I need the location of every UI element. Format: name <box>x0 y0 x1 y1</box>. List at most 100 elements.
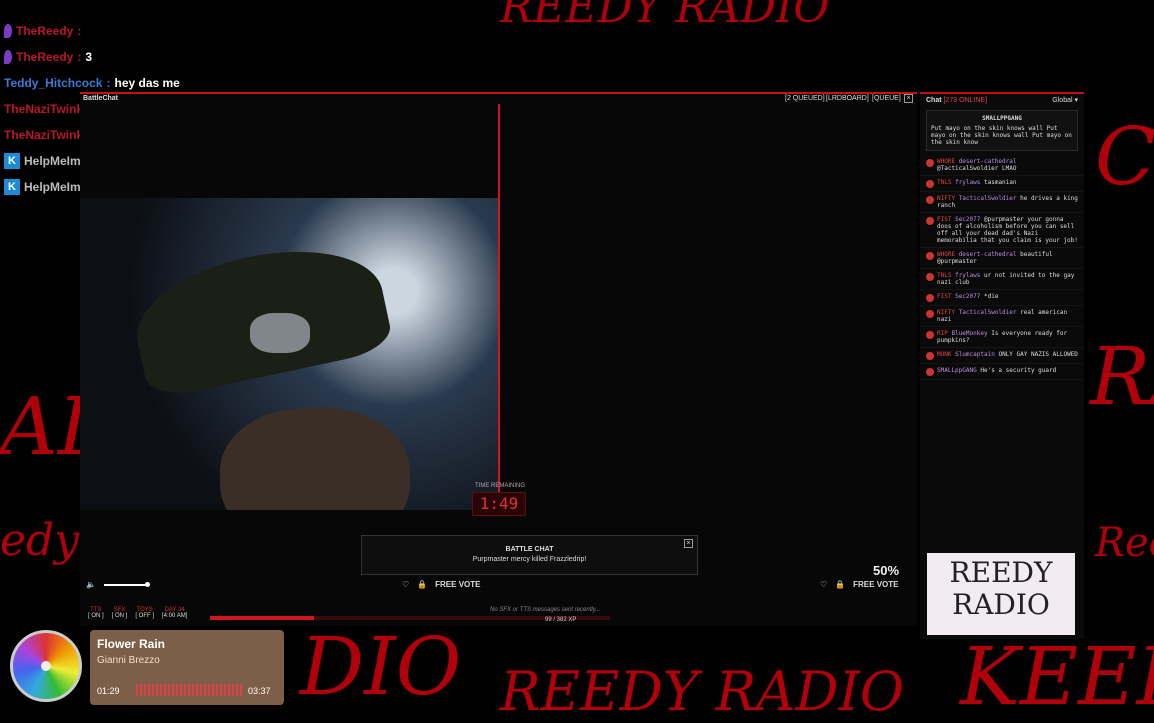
chat-user[interactable]: TacticalSwoldier <box>959 195 1017 202</box>
chat-badge: TNLS <box>937 272 952 279</box>
avatar <box>926 352 934 360</box>
time-remaining-label: TIME REMAINING <box>475 483 526 489</box>
overlay-chat-user: TheNaziTwink <box>4 102 84 116</box>
leaderboard-button[interactable]: [LRDBOARD] <box>826 95 869 102</box>
track-duration: 03:37 <box>248 686 271 696</box>
chat-user[interactable]: Slumcaptain <box>955 351 995 358</box>
avatar <box>926 294 934 302</box>
album-art-disc <box>10 630 82 702</box>
chat-user[interactable]: Sec2077 <box>955 293 980 300</box>
overlay-chat-user: Teddy_Hitchcock <box>4 76 103 90</box>
pinned-message: SMALLPPGANG Put mayo on the skin knows w… <box>926 110 1078 151</box>
chat-user[interactable]: BlueMonkey <box>951 330 987 337</box>
lock-icon[interactable]: 🔒 <box>835 580 845 589</box>
background-logo-text: REEDY RADIO <box>500 660 905 723</box>
hud-value: [ ON ] <box>111 613 128 619</box>
music-player: Flower Rain Gianni Brezzo 01:29 03:37 <box>90 630 284 705</box>
avatar <box>926 217 934 225</box>
heart-icon[interactable]: ♡ <box>820 580 827 589</box>
chat-badge: FIST <box>937 293 952 300</box>
waveform[interactable] <box>136 684 242 696</box>
battlechat-window: BattleChat [2 QUEUED] [LRDBOARD] [QUEUE]… <box>80 92 917 626</box>
background-logo-text: C <box>1095 110 1154 203</box>
cap-badge <box>250 313 310 353</box>
chat-header: Chat [273 ONLINE] Global ▾ <box>920 94 1084 106</box>
window-title: BattleChat <box>83 95 119 102</box>
chat-message: FIST Sec2077 *die <box>920 290 1084 306</box>
volume-slider[interactable] <box>103 581 150 587</box>
free-vote-button-right[interactable]: FREE VOTE <box>853 580 898 589</box>
hud-toggles: TTS[ ON ] SFX[ ON ] TOYS[ OFF ] DAY 34 [4:00… <box>88 607 187 619</box>
volume-control[interactable]: 🔈 <box>86 580 150 589</box>
chat-title: Chat <box>926 96 942 104</box>
close-icon[interactable]: × <box>684 539 693 548</box>
avatar <box>926 159 934 167</box>
chat-badge: NIFTY <box>937 195 956 202</box>
podcast-icon <box>4 50 12 64</box>
overlay-chat-line: TheReedy:3 <box>4 44 304 70</box>
queue-button[interactable]: [QUEUE] <box>872 95 901 102</box>
heart-icon[interactable]: ♡ <box>402 580 409 589</box>
divider-line <box>498 104 500 494</box>
chat-badge: FIST <box>937 216 952 223</box>
avatar <box>926 273 934 281</box>
overlay-chat-user: TheReedy <box>16 50 74 64</box>
lock-icon[interactable]: 🔒 <box>417 580 427 589</box>
chat-user[interactable]: frylaws <box>955 179 980 186</box>
background-logo-text: Reed <box>1095 520 1154 566</box>
chat-message: MONK Slumcaptain ONLY GAY NAZIS ALLOWED <box>920 348 1084 364</box>
podcast-icon <box>4 24 12 38</box>
close-icon[interactable]: × <box>904 94 913 103</box>
avatar <box>926 196 934 204</box>
overlay-chat-line: TheReedy: <box>4 18 304 44</box>
chat-message: SMALLppGANG He's a security guard <box>920 364 1084 380</box>
avatar <box>926 310 934 318</box>
hud-value: [ OFF ] <box>135 613 155 619</box>
background-logo-text: REEDY RADIO <box>500 0 830 33</box>
track-title: Flower Rain <box>97 637 166 651</box>
overlay-chat-text: 3 <box>85 50 93 64</box>
track-artist: Gianni Brezzo <box>97 655 160 666</box>
chat-user[interactable]: TacticalSwoldier <box>959 309 1017 316</box>
channel-select[interactable]: Global ▾ <box>1052 96 1078 104</box>
avatar <box>926 331 934 339</box>
chat-badge: MONK <box>937 351 952 358</box>
background-logo-text: RA <box>1090 330 1154 423</box>
chat-user[interactable]: desert-cathedral <box>959 251 1017 258</box>
background-logo-text: DIO <box>300 620 462 713</box>
overlay-chat-user: TheReedy <box>16 24 74 38</box>
window-header: BattleChat [2 QUEUED] [LRDBOARD] [QUEUE]… <box>80 94 917 104</box>
hud-toggle[interactable]: TTS[ ON ] <box>88 607 104 619</box>
right-vote-controls: ♡ 🔒 FREE VOTE <box>820 580 898 589</box>
chat-text: ONLY GAY NAZIS ALLOWED <box>998 351 1078 358</box>
countdown-timer: 1:49 <box>472 492 526 516</box>
battle-chat-box: BATTLE CHAT Purpmaster mercy killed Fraz… <box>361 535 698 575</box>
face-shape <box>220 408 410 510</box>
battle-chat-message: Purpmaster mercy killed Frazzledrip! <box>472 556 587 563</box>
chat-message: TNLS frylaws tasmanian <box>920 176 1084 192</box>
pinned-user: SMALLPPGANG <box>982 115 1022 122</box>
reedy-radio-logo: REEDY RADIO <box>927 553 1075 635</box>
chat-user[interactable]: frylaws <box>955 272 980 279</box>
battle-chat-title: BATTLE CHAT <box>505 546 554 553</box>
chat-text: *die <box>984 293 999 300</box>
queue-count: [2 QUEUED] <box>785 95 825 102</box>
hud-toggle[interactable]: SFX[ ON ] <box>112 607 128 619</box>
hud-toggle[interactable]: DAY 34 [4:00 AM] <box>162 607 187 619</box>
free-vote-button-left[interactable]: FREE VOTE <box>435 580 480 589</box>
avatar <box>926 252 934 260</box>
webcam-video <box>80 198 498 510</box>
chat-message: TNLS frylaws ur not invited to the gay n… <box>920 269 1084 290</box>
hud-toggle[interactable]: TOYS[ OFF ] <box>135 607 154 619</box>
speaker-icon[interactable]: 🔈 <box>86 580 96 589</box>
kick-icon: K <box>4 179 20 195</box>
avatar <box>926 180 934 188</box>
chat-badge: RIP <box>937 330 948 337</box>
chat-badge: WHORE <box>937 158 956 165</box>
chat-user[interactable]: SMALLppGANG <box>937 367 977 374</box>
online-count: [273 ONLINE] <box>943 96 988 104</box>
chat-user[interactable]: Sec2077 <box>955 216 980 223</box>
chat-user[interactable]: desert-cathedral <box>959 158 1017 165</box>
chat-message: NIFTY TacticalSwoldier he drives a king … <box>920 192 1084 213</box>
chat-badge: WHORE <box>937 251 956 258</box>
